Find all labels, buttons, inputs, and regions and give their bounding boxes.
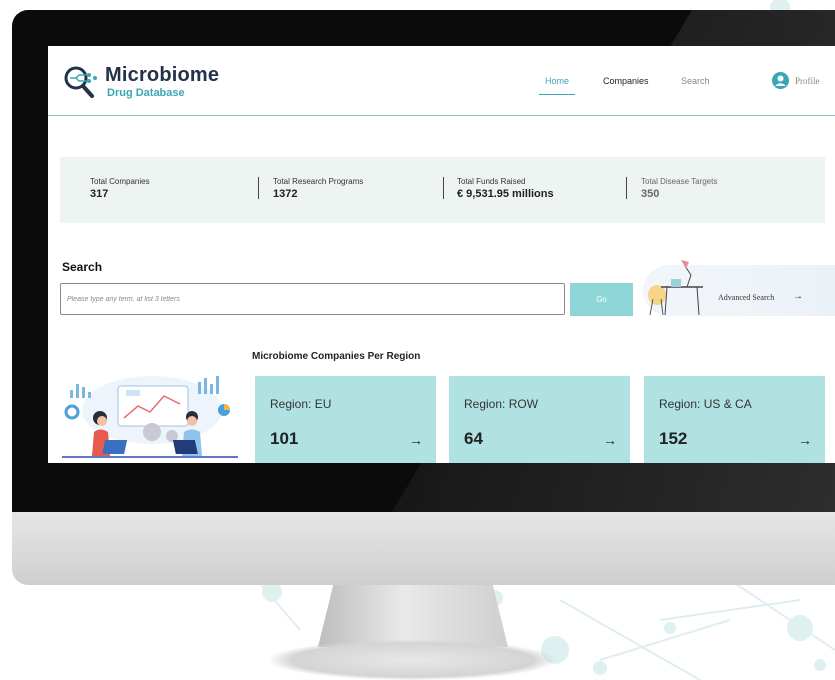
advanced-search-link[interactable]: Advanced Search →	[643, 260, 835, 316]
region-count: 101	[270, 429, 299, 448]
stat-divider	[443, 177, 444, 199]
advanced-search-label: Advanced Search	[718, 293, 775, 302]
arrow-right-icon: →	[798, 432, 812, 448]
stat-value: € 9,531.95 millions	[457, 188, 554, 200]
stat-label: Total Research Programs	[273, 177, 364, 186]
user-circle-icon	[772, 72, 789, 89]
profile-menu[interactable]: Profile	[772, 72, 820, 89]
monitor-stand-neck	[318, 585, 508, 647]
stats-bar: Total Companies 317 Total Research Progr…	[60, 157, 825, 223]
region-label: Region: US & CA	[659, 397, 752, 411]
site-logo[interactable]: Microbiome Drug Database	[62, 61, 232, 103]
region-count: 64	[464, 429, 483, 448]
desk-lamp-illustration	[648, 260, 703, 316]
monitor-chin	[12, 512, 835, 585]
region-card-row[interactable]: Region: ROW 64 →	[449, 376, 630, 463]
profile-label: Profile	[795, 75, 820, 86]
arrow-right-icon: →	[793, 291, 803, 302]
regions-title: Microbiome Companies Per Region	[252, 351, 421, 362]
stat-total-disease-targets: Total Disease Targets 350	[641, 177, 717, 200]
nav-home[interactable]: Home	[538, 76, 576, 95]
magnifier-logo-icon	[64, 66, 97, 98]
search-input[interactable]	[60, 283, 565, 315]
brand-title: Microbiome	[105, 64, 220, 86]
stat-divider	[258, 177, 259, 199]
search-title: Search	[62, 260, 103, 274]
nav-companies[interactable]: Companies	[603, 76, 649, 86]
monitor: Microbiome Drug Database Home Companies …	[12, 10, 835, 585]
browser-screen: Microbiome Drug Database Home Companies …	[48, 46, 835, 463]
office-team-illustration	[62, 376, 238, 458]
region-card-us-ca[interactable]: Region: US & CA 152 →	[644, 376, 825, 463]
site-header: Microbiome Drug Database Home Companies …	[48, 46, 835, 116]
region-label: Region: EU	[270, 397, 332, 411]
stat-divider	[626, 177, 627, 199]
go-button[interactable]: Go	[570, 283, 633, 316]
stat-total-companies: Total Companies 317	[90, 177, 150, 200]
nav-search[interactable]: Search	[681, 76, 710, 86]
stat-value: 1372	[273, 188, 298, 200]
region-count: 152	[659, 429, 688, 448]
stat-total-research-programs: Total Research Programs 1372	[273, 177, 363, 200]
stat-label: Total Companies	[90, 177, 150, 186]
stat-total-funds-raised: Total Funds Raised € 9,531.95 millions	[457, 177, 554, 200]
monitor-stand-foot	[270, 640, 555, 680]
stat-label: Total Disease Targets	[641, 177, 718, 186]
stat-value: 350	[641, 188, 660, 200]
stat-value: 317	[90, 188, 109, 200]
arrow-right-icon: →	[603, 432, 617, 448]
region-label: Region: ROW	[464, 397, 539, 411]
brand-subtitle: Drug Database	[107, 87, 185, 99]
arrow-right-icon: →	[409, 432, 423, 448]
stat-label: Total Funds Raised	[457, 177, 526, 186]
region-card-eu[interactable]: Region: EU 101 →	[255, 376, 436, 463]
